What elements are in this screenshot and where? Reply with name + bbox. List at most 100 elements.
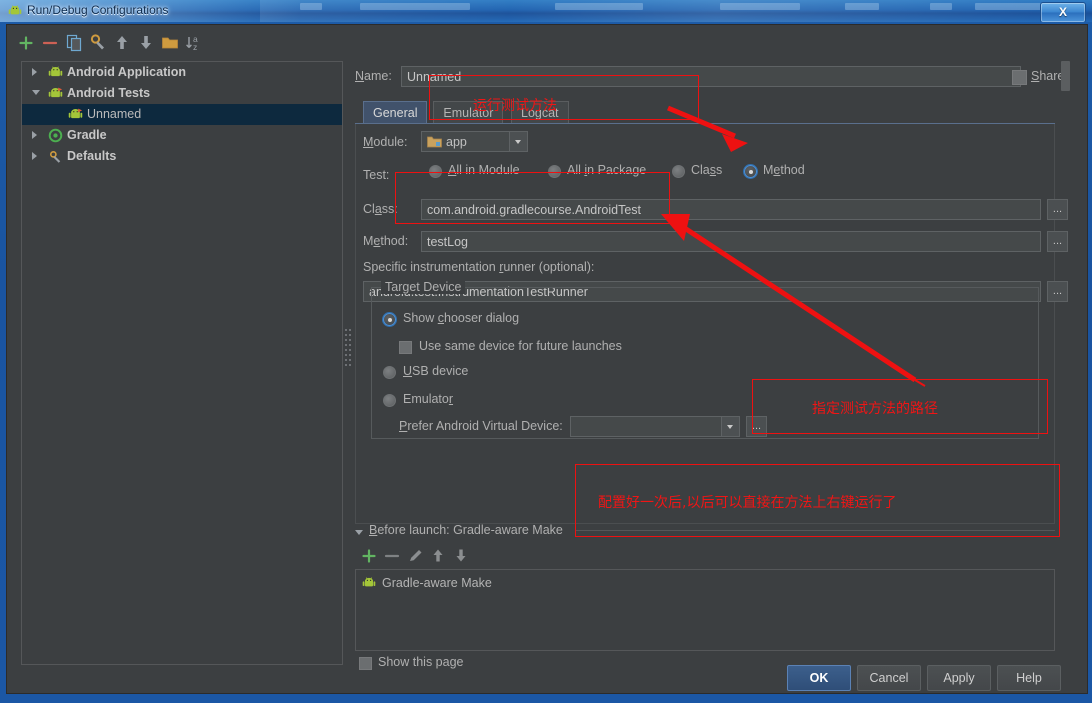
android-test-icon [48, 86, 63, 101]
tree-item-defaults[interactable]: Defaults [22, 146, 342, 167]
android-icon [8, 4, 22, 18]
android-icon [362, 576, 376, 595]
splitter-dot [345, 364, 347, 366]
radio-all-in-package[interactable] [548, 165, 561, 178]
tree-expander-closed-icon[interactable] [32, 68, 37, 76]
move-task-down-button[interactable] [451, 545, 473, 567]
tab-logcat[interactable]: Logcat [511, 101, 569, 123]
share-checkbox[interactable] [1012, 70, 1027, 85]
avd-label: Prefer Android Virtual Device: [399, 419, 563, 433]
label-all-in-module: All in Module [448, 163, 520, 177]
close-button[interactable]: X [1040, 2, 1086, 22]
method-browse-button[interactable]: ... [1047, 231, 1068, 252]
apply-button[interactable]: Apply [927, 665, 991, 691]
label-emulator: Emulator [403, 392, 454, 406]
configuration-editor: Name: Unnamed Share General Emulator Logca… [355, 61, 1073, 670]
title-bar: Run/Debug Configurations X [0, 0, 1092, 22]
arrow-up-icon[interactable] [111, 31, 135, 55]
tree-item-android-application[interactable]: Android Application [22, 62, 342, 83]
dialog-button-bar: OK Cancel Apply Help [7, 665, 1087, 693]
splitter-dot [345, 359, 347, 361]
splitter-dot [349, 349, 351, 351]
tree-item-label: Defaults [67, 149, 117, 163]
radio-method[interactable] [744, 165, 757, 178]
move-task-up-button[interactable] [428, 545, 450, 567]
tree-item-label: Gradle [67, 128, 107, 142]
wrench-icon[interactable] [87, 31, 111, 55]
before-launch-task-list[interactable]: Gradle-aware Make [355, 569, 1055, 651]
before-launch-title: Before launch: Gradle-aware Make [369, 523, 563, 537]
target-device-legend: Target Device [381, 280, 466, 294]
module-combobox[interactable]: app [421, 131, 528, 152]
list-item[interactable]: Gradle-aware Make [362, 574, 492, 592]
configurations-tree[interactable]: Android Application Android Tests Unnamed G… [21, 61, 343, 665]
ok-button[interactable]: OK [787, 665, 851, 691]
title-bar-reflections [300, 3, 1053, 11]
tab-general[interactable]: General [363, 101, 428, 123]
android-icon [48, 65, 63, 80]
name-input[interactable]: Unnamed [401, 66, 1021, 87]
tree-expander-closed-icon[interactable] [32, 131, 37, 139]
copy-icon[interactable] [63, 31, 87, 55]
class-label: Class: [363, 202, 398, 216]
method-input[interactable]: testLog [421, 231, 1041, 252]
radio-emulator[interactable] [383, 394, 396, 407]
window-title: Run/Debug Configurations [27, 3, 169, 17]
pencil-icon[interactable] [405, 545, 427, 567]
svg-text:z: z [193, 42, 197, 52]
use-same-device-checkbox[interactable] [399, 341, 412, 354]
remove-task-button[interactable] [382, 545, 404, 567]
panel-splitter[interactable] [343, 61, 353, 663]
gradle-icon [48, 128, 63, 143]
dialog-client-area: a z Android Application Android Tests Unna… [6, 24, 1088, 694]
avd-browse-button[interactable]: ... [746, 416, 767, 437]
radio-show-chooser-dialog[interactable] [383, 313, 396, 326]
splitter-dot [349, 329, 351, 331]
remove-configuration-button[interactable] [39, 31, 63, 55]
module-dropdown-arrow[interactable] [509, 132, 527, 151]
splitter-dot [345, 344, 347, 346]
tree-expander-closed-icon[interactable] [32, 152, 37, 160]
name-label: Name: [355, 69, 392, 83]
android-test-icon [68, 107, 83, 122]
avd-combobox[interactable] [570, 416, 740, 437]
editor-scrollbar-track [1061, 61, 1070, 663]
radio-all-in-module[interactable] [429, 165, 442, 178]
class-input[interactable]: com.android.gradlecourse.AndroidTest [421, 199, 1041, 220]
tree-item-unnamed[interactable]: Unnamed [22, 104, 342, 125]
test-label: Test: [363, 168, 390, 182]
runner-label: Specific instrumentation runner (optiona… [363, 260, 595, 274]
method-label: Method: [363, 234, 409, 248]
label-show-chooser-dialog: Show chooser dialog [403, 311, 520, 325]
editor-tabs: General Emulator Logcat [355, 101, 1055, 123]
cancel-button[interactable]: Cancel [857, 665, 921, 691]
help-button[interactable]: Help [997, 665, 1061, 691]
folder-icon[interactable] [159, 31, 183, 55]
add-task-button[interactable] [359, 545, 381, 567]
before-launch-collapse-icon[interactable] [355, 530, 363, 535]
module-label: Module: [363, 135, 408, 149]
radio-usb-device[interactable] [383, 366, 396, 379]
splitter-dot [349, 339, 351, 341]
label-method: Method [763, 163, 805, 177]
add-configuration-button[interactable] [15, 31, 39, 55]
runner-browse-button[interactable]: ... [1047, 281, 1068, 302]
configurations-toolbar: a z [15, 31, 335, 57]
wrench-icon [48, 149, 63, 164]
sort-az-icon[interactable]: a z [183, 31, 207, 55]
tab-emulator[interactable]: Emulator [433, 101, 504, 123]
splitter-dot [345, 349, 347, 351]
tree-item-android-tests[interactable]: Android Tests [22, 83, 342, 104]
editor-scrollbar-thumb[interactable] [1061, 61, 1070, 91]
before-launch-toolbar [359, 545, 589, 567]
avd-dropdown-arrow[interactable] [721, 417, 739, 436]
radio-class[interactable] [672, 165, 685, 178]
tree-item-gradle[interactable]: Gradle [22, 125, 342, 146]
module-folder-icon [427, 135, 442, 154]
before-launch-divider [575, 530, 1055, 531]
tree-item-label: Unnamed [87, 107, 142, 121]
tree-expander-open-icon[interactable] [32, 90, 40, 95]
class-browse-button[interactable]: ... [1047, 199, 1068, 220]
arrow-down-icon[interactable] [135, 31, 159, 55]
splitter-dot [349, 359, 351, 361]
